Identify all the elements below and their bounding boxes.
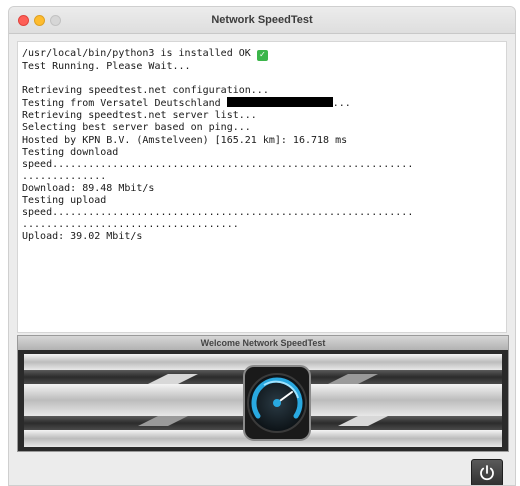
check-mark-icon: ✓ [256,50,268,61]
upload-progress-line: speed...................................… [22,207,414,219]
testing-upload-line: Testing upload [22,195,107,207]
testing-download-line: Testing download [22,146,119,158]
upload-progress-line-2: .................................... [22,219,239,231]
app-window: Network SpeedTest /usr/local/bin/python3… [8,6,516,486]
banner-title: Welcome Network SpeedTest [18,336,508,350]
download-progress-line-2: .............. [22,170,107,182]
banner-art [18,350,508,451]
server-list-line: Retrieving speedtest.net server list... [22,110,257,122]
title-bar[interactable]: Network SpeedTest [9,7,515,34]
selecting-line: Selecting best server based on ping... [22,122,251,134]
console-output[interactable]: /usr/local/bin/python3 is installed OK ✓… [17,41,507,333]
gauge-hub [273,399,281,407]
download-progress-line: speed...................................… [22,158,414,170]
install-line: /usr/local/bin/python3 is installed OK [22,48,251,59]
download-result: Download: 89.48 Mbit/s [22,182,155,194]
redacted-ip-block [226,97,333,108]
hosted-line: Hosted by KPN B.V. (Amstelveen) [165.21 … [22,134,348,146]
config-line: Retrieving speedtest.net configuration..… [22,85,269,97]
power-button[interactable] [471,459,503,485]
welcome-banner: Welcome Network SpeedTest [17,335,509,452]
testing-from-suffix: ... [332,98,351,110]
testing-from-line: Testing from Versatel Deutschland [22,98,221,110]
power-icon [480,465,494,481]
upload-result: Upload: 39.02 Mbit/s [22,231,143,243]
console-text: /usr/local/bin/python3 is installed OK ✓… [18,42,506,243]
running-line: Test Running. Please Wait... [22,61,191,72]
window-title: Network SpeedTest [211,14,313,26]
